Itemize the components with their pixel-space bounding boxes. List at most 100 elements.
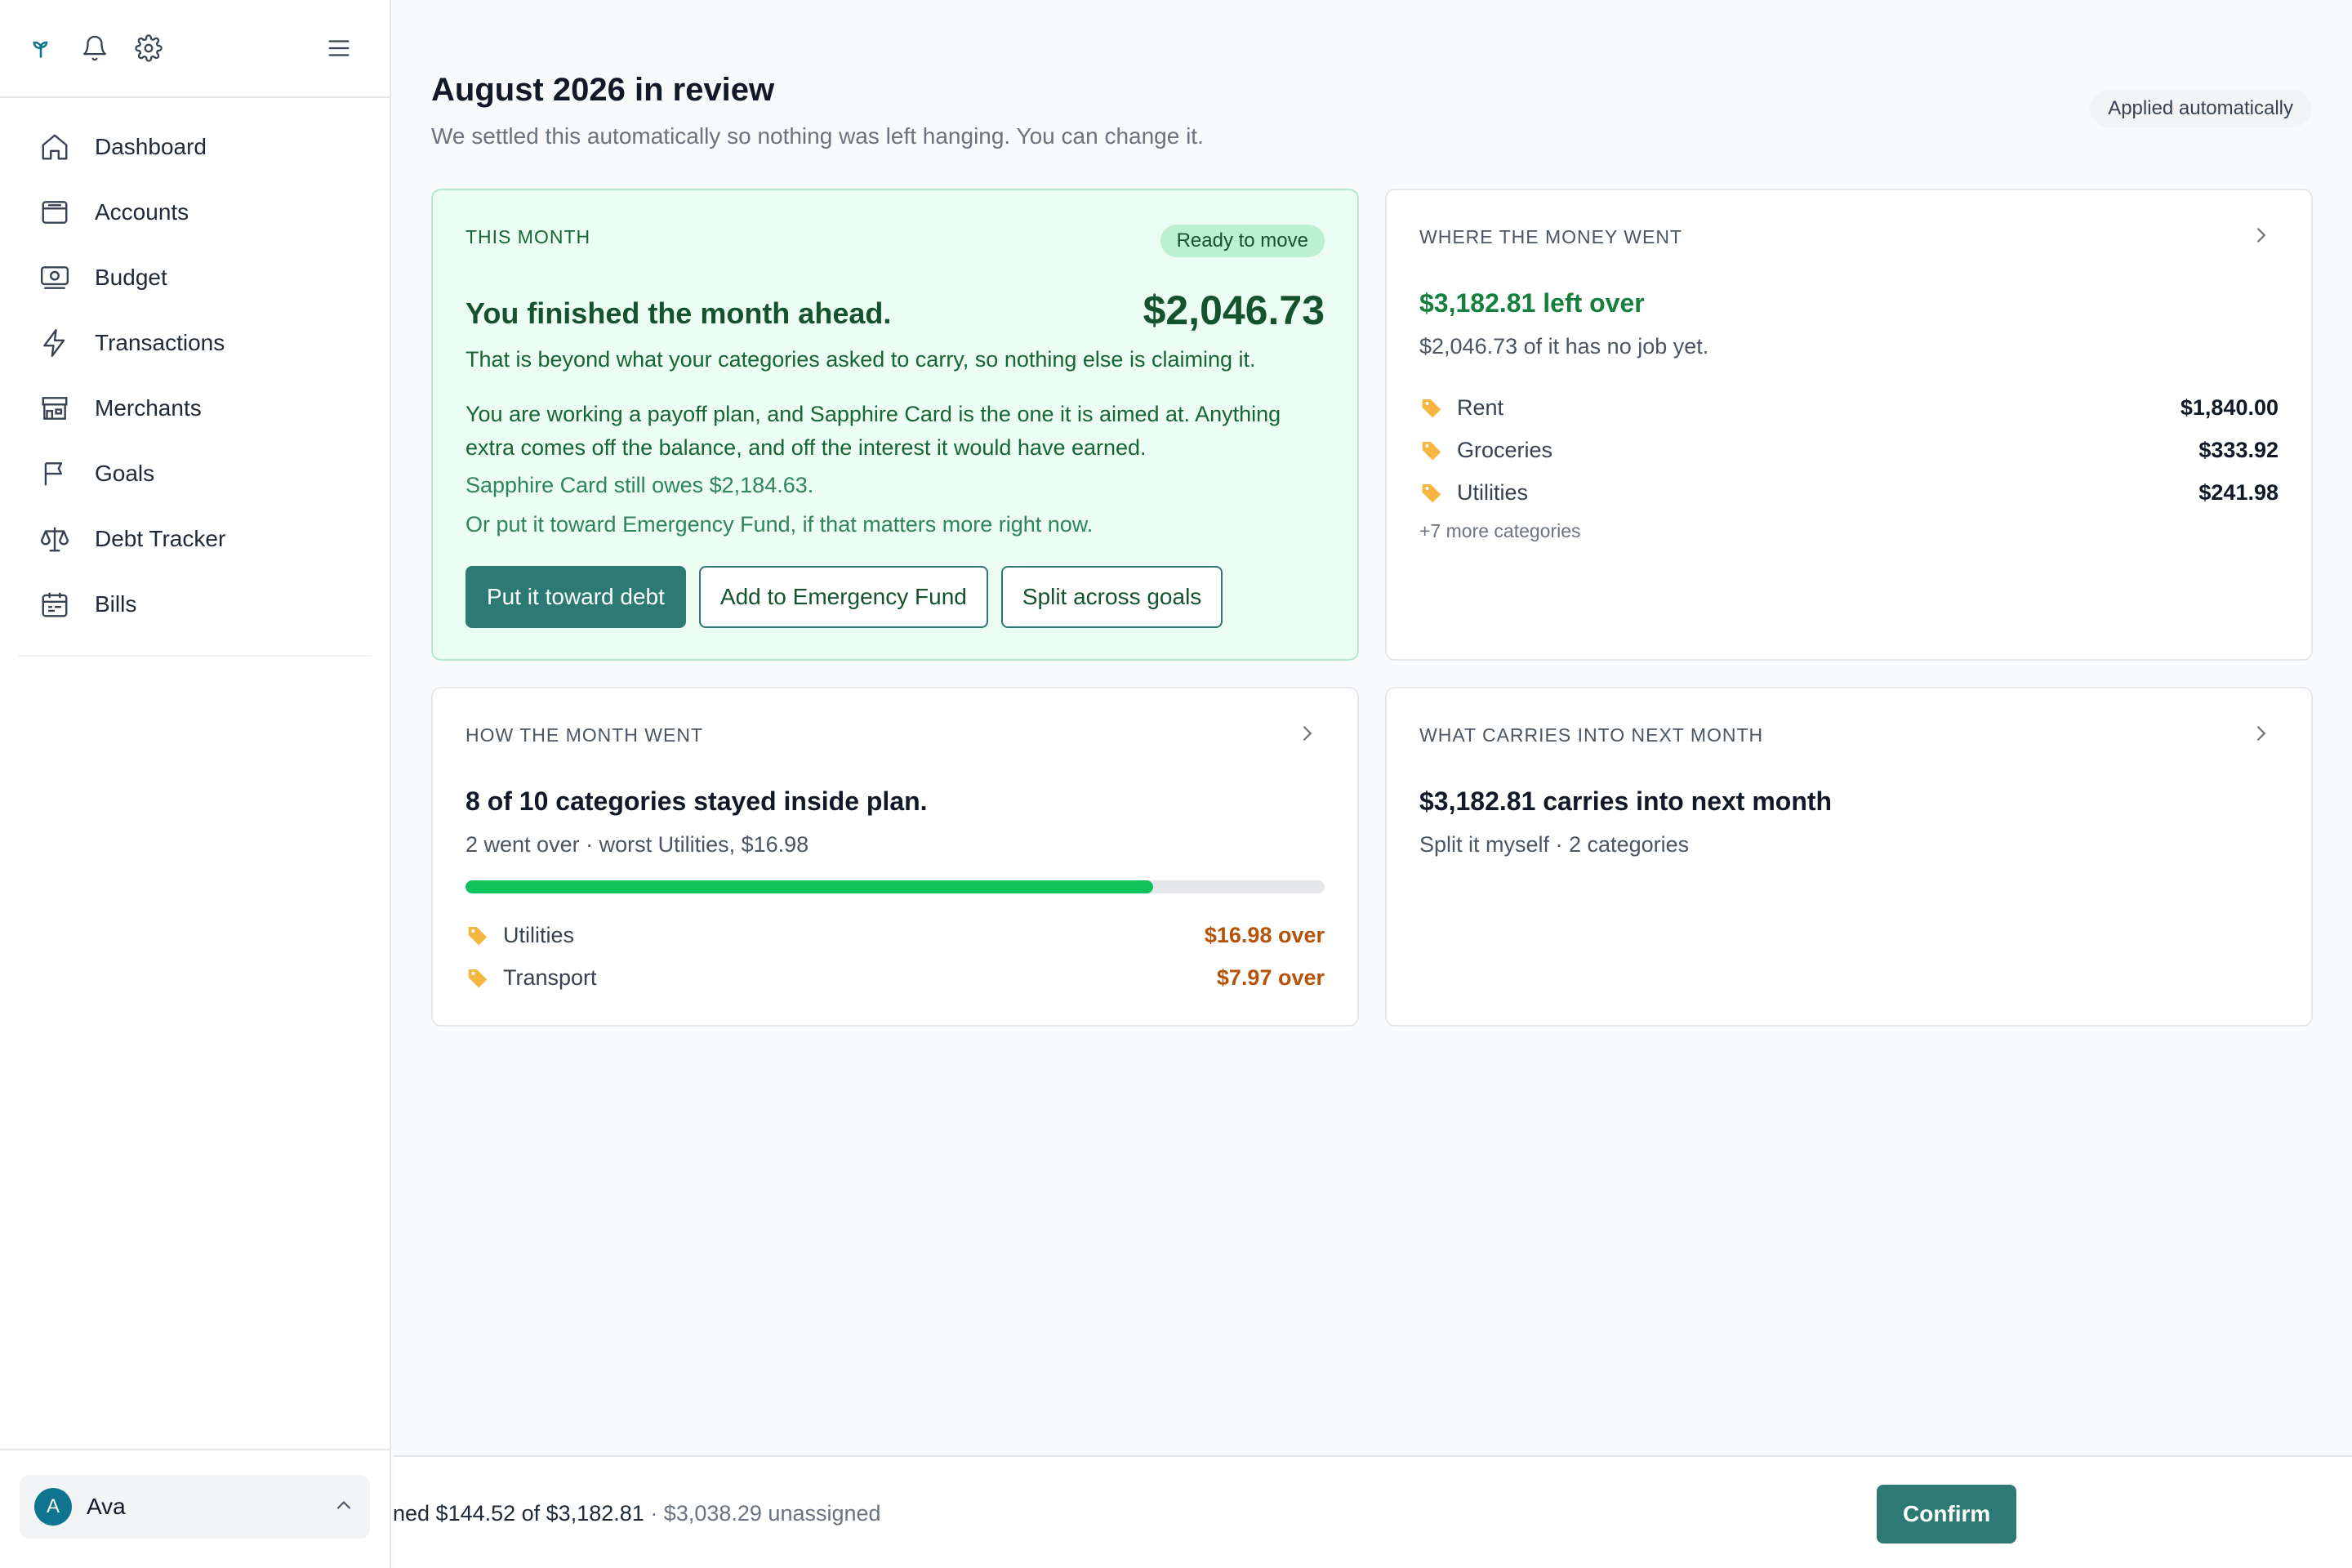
assigned-text: ned $144.52 of $3,182.81 <box>393 1501 644 1526</box>
user-menu[interactable]: A Ava <box>20 1475 370 1539</box>
list-item: Utilities $241.98 <box>1419 471 2278 514</box>
carries-into-next-month-card[interactable]: WHAT CARRIES INTO NEXT MONTH $3,182.81 c… <box>1385 687 2313 1027</box>
list-item: Groceries $333.92 <box>1419 429 2278 471</box>
list-item: Utilities $16.98 over <box>466 914 1325 956</box>
chevron-up-icon <box>332 1494 355 1521</box>
more-categories-link[interactable]: +7 more categories <box>1419 520 1581 542</box>
sidebar-item-accounts[interactable]: Accounts <box>0 180 390 245</box>
carry-detail: Split it myself · 2 categories <box>1419 832 1690 857</box>
this-month-text: That is beyond what your categories aske… <box>466 347 1256 372</box>
status-badge: Ready to move <box>1160 225 1325 257</box>
action-buttons: Put it toward debt Add to Emergency Fund… <box>466 566 1223 628</box>
over-category-list: Utilities $16.98 over Transport $7.97 ov… <box>466 914 1325 999</box>
card-label: HOW THE MONTH WENT <box>466 724 703 746</box>
user-name: Ava <box>87 1494 126 1519</box>
left-over-amount: $3,182.81 left over <box>1419 288 1645 318</box>
category-name: Groceries <box>1457 437 1553 462</box>
plan-progress-fill <box>466 880 1153 893</box>
sidebar-item-merchants[interactable]: Merchants <box>0 376 390 441</box>
sidebar-toolbar <box>0 0 390 98</box>
bell-icon[interactable] <box>78 32 111 65</box>
sidebar-item-transactions[interactable]: Transactions <box>0 310 390 376</box>
no-job-text: $2,046.73 of it has no job yet. <box>1419 334 1709 359</box>
sidebar-item-label: Bills <box>95 591 137 617</box>
store-icon <box>38 391 72 425</box>
sidebar-footer: A Ava <box>0 1449 390 1568</box>
sidebar-item-budget[interactable]: Budget <box>0 245 390 310</box>
page-subtitle: We settled this automatically so nothing… <box>431 123 1204 149</box>
gear-icon[interactable] <box>132 32 165 65</box>
where-money-went-card[interactable]: WHERE THE MONEY WENT $3,182.81 left over… <box>1385 189 2313 661</box>
chevron-right-icon[interactable] <box>2249 223 2274 247</box>
unassigned-text: · $3,038.29 unassigned <box>650 1501 881 1526</box>
assignment-footer: ned $144.52 of $3,182.81 · $3,038.29 una… <box>393 1455 2352 1568</box>
sidebar-item-bills[interactable]: Bills <box>0 572 390 637</box>
category-list: Rent $1,840.00 Groceries $333.92 Utiliti… <box>1419 386 2278 514</box>
tag-icon <box>1419 395 1444 420</box>
list-item: Rent $1,840.00 <box>1419 386 2278 429</box>
bolt-icon <box>38 326 72 360</box>
category-name: Rent <box>1457 394 1504 420</box>
card-label: THIS MONTH <box>466 226 591 247</box>
sidebar-item-label: Transactions <box>95 330 225 355</box>
home-icon <box>38 130 72 164</box>
payoff-plan-text: You are working a payoff plan, and Sapph… <box>466 402 1281 460</box>
sidebar-item-label: Debt Tracker <box>95 526 226 551</box>
list-item: Transport $7.97 over <box>466 956 1325 999</box>
this-month-headline: You finished the month ahead. <box>466 296 892 330</box>
put-toward-debt-button[interactable]: Put it toward debt <box>466 566 686 628</box>
category-value: $241.98 <box>2198 479 2278 505</box>
category-value: $333.92 <box>2198 437 2278 462</box>
page-title: August 2026 in review <box>431 72 775 108</box>
how-month-went-card[interactable]: HOW THE MONTH WENT 8 of 10 categories st… <box>431 687 1359 1027</box>
sidebar-item-label: Goals <box>95 461 155 486</box>
page-header: August 2026 in review We settled this au… <box>431 72 1204 149</box>
sidebar-item-debt-tracker[interactable]: Debt Tracker <box>0 506 390 572</box>
flag-icon <box>38 457 72 491</box>
applied-badge: Applied automatically <box>2090 90 2311 127</box>
sidebar-item-label: Accounts <box>95 199 189 225</box>
card-label: WHERE THE MONEY WENT <box>1419 226 1682 247</box>
category-name: Transport <box>503 964 597 990</box>
nav-divider <box>18 655 372 657</box>
avatar: A <box>34 1488 72 1526</box>
tag-icon <box>1419 438 1444 462</box>
sidebar: Dashboard Accounts Budget Transactions M… <box>0 0 391 1568</box>
sidebar-item-goals[interactable]: Goals <box>0 441 390 506</box>
surplus-amount: $2,046.73 <box>1143 287 1325 333</box>
balance-owed-text: Sapphire Card still owes $2,184.63. <box>466 473 814 497</box>
alternative-text: Or put it toward Emergency Fund, if that… <box>466 512 1094 537</box>
category-name: Utilities <box>1457 479 1529 505</box>
over-amount: $7.97 over <box>1216 964 1325 990</box>
category-name: Utilities <box>503 922 575 947</box>
tag-icon <box>466 965 490 990</box>
sidebar-item-label: Budget <box>95 265 167 290</box>
sprout-logo-icon[interactable] <box>24 32 57 65</box>
tag-icon <box>1419 480 1444 505</box>
this-month-card: THIS MONTH Ready to move You finished th… <box>431 189 1359 661</box>
card-label: WHAT CARRIES INTO NEXT MONTH <box>1419 724 1764 746</box>
chevron-right-icon[interactable] <box>2249 721 2274 746</box>
sidebar-item-dashboard[interactable]: Dashboard <box>0 114 390 180</box>
sidebar-nav: Dashboard Accounts Budget Transactions M… <box>0 98 390 657</box>
banknote-icon <box>38 261 72 295</box>
add-to-emergency-fund-button[interactable]: Add to Emergency Fund <box>698 566 988 628</box>
wallet-icon <box>38 195 72 229</box>
confirm-button[interactable]: Confirm <box>1877 1485 2017 1544</box>
tag-icon <box>466 923 490 947</box>
sidebar-item-label: Merchants <box>95 395 202 421</box>
plan-summary: 8 of 10 categories stayed inside plan. <box>466 786 928 816</box>
plan-progress-bar <box>466 880 1325 893</box>
assignment-summary: ned $144.52 of $3,182.81 · $3,038.29 una… <box>393 1501 881 1526</box>
over-summary: 2 went over · worst Utilities, $16.98 <box>466 832 809 857</box>
main-content: August 2026 in review We settled this au… <box>393 0 2352 1455</box>
scale-icon <box>38 522 72 556</box>
sidebar-item-label: Dashboard <box>95 134 207 159</box>
chevron-right-icon[interactable] <box>1295 721 1320 746</box>
split-across-goals-button[interactable]: Split across goals <box>1000 566 1223 628</box>
calendar-icon <box>38 587 72 621</box>
over-amount: $16.98 over <box>1204 922 1325 947</box>
category-value: $1,840.00 <box>2180 394 2278 420</box>
menu-icon[interactable] <box>323 32 355 65</box>
carry-amount: $3,182.81 carries into next month <box>1419 786 1833 816</box>
